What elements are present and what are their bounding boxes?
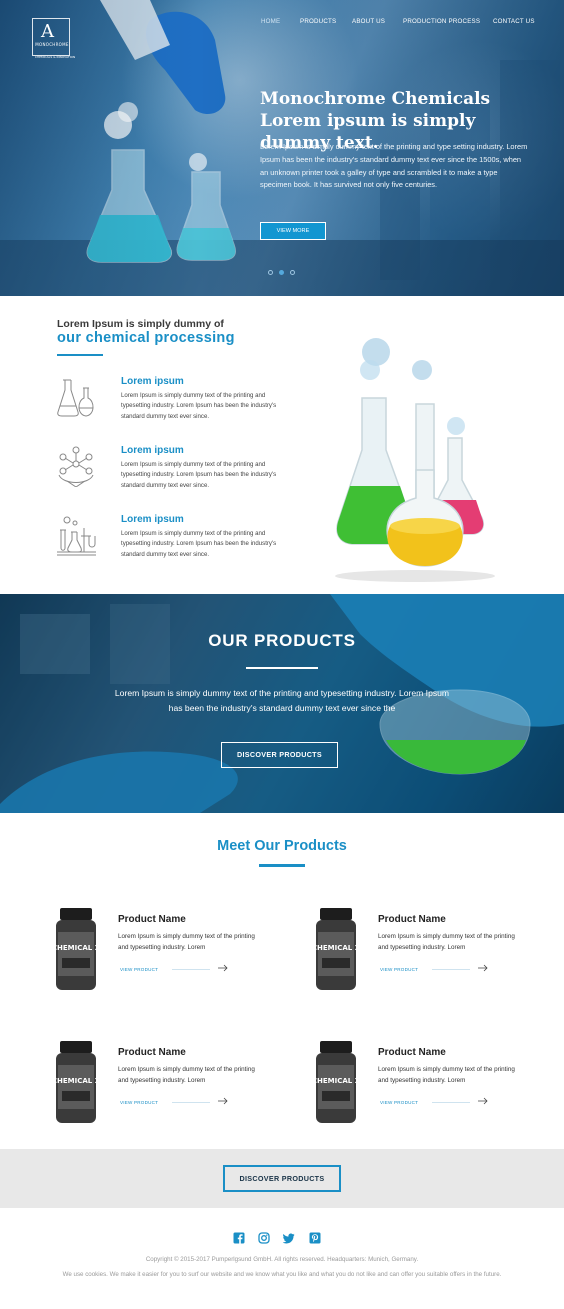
feature-text: Lorem Ipsum is simply dummy text of the … <box>121 392 277 420</box>
feature-text: Lorem Ipsum is simply dummy text of the … <box>121 461 277 489</box>
hero-banner: A MONOCHROME CHEMICALS & INNOVATION HOME… <box>0 0 564 296</box>
cookie-notice: We use cookies. We make it easier for yo… <box>62 1271 502 1278</box>
pinterest-icon[interactable] <box>309 1232 321 1244</box>
logo-mark: A <box>41 21 54 42</box>
product-card[interactable]: CHEMICAL X Product Name Lorem Ipsum is s… <box>314 1039 524 1129</box>
nav-item-production-process[interactable]: PRODUCTION PROCESS <box>403 18 480 25</box>
brand-logo[interactable]: A MONOCHROME CHEMICALS & INNOVATION <box>32 18 75 59</box>
view-product-link[interactable]: VIEW PRODUCT <box>120 967 158 972</box>
product-jar-image: CHEMICAL X <box>54 1041 98 1123</box>
jar-label: CHEMICAL X <box>54 944 98 952</box>
nav-item-products[interactable]: PRODUCTS <box>300 18 336 25</box>
view-more-button[interactable]: VIEW MORE <box>260 222 326 240</box>
product-card[interactable]: CHEMICAL X Product Name Lorem Ipsum is s… <box>54 1039 264 1129</box>
link-divider <box>172 1102 210 1103</box>
flasks-icon <box>57 379 94 417</box>
feature-title: Lorem ipsum <box>121 514 184 525</box>
our-products-text: Lorem Ipsum is simply dummy text of the … <box>114 688 450 713</box>
processing-title: our chemical processing <box>57 330 235 346</box>
twitter-icon[interactable] <box>283 1232 295 1244</box>
product-text: Lorem Ipsum is simply dummy text of the … <box>118 933 255 951</box>
view-product-link[interactable]: VIEW PRODUCT <box>120 1100 158 1105</box>
arrow-right-icon[interactable] <box>218 964 228 972</box>
jar-label: CHEMICAL X <box>314 1077 358 1085</box>
logo-name: MONOCHROME <box>35 42 69 47</box>
feature-item: Lorem ipsum Lorem Ipsum is simply dummy … <box>55 376 305 426</box>
colored-flasks-image <box>335 338 495 582</box>
feature-item: Lorem ipsum Lorem Ipsum is simply dummy … <box>55 445 305 495</box>
copyright-text: Copyright © 2015-2017 Pumperlgsund GmbH.… <box>145 1256 419 1263</box>
feature-item: Lorem ipsum Lorem Ipsum is simply dummy … <box>55 514 305 564</box>
arrow-right-icon[interactable] <box>218 1097 228 1105</box>
feature-title: Lorem ipsum <box>121 445 184 456</box>
title-underline <box>246 667 318 669</box>
product-card[interactable]: CHEMICAL X Product Name Lorem Ipsum is s… <box>54 906 264 996</box>
link-divider <box>432 969 470 970</box>
jar-label: CHEMICAL X <box>54 1077 98 1085</box>
logo-tagline: CHEMICALS & INNOVATION <box>34 55 76 59</box>
hero-text: Lorem Ipsum is simply dummy text of the … <box>260 142 528 190</box>
link-divider <box>432 1102 470 1103</box>
slider-dots <box>268 270 298 276</box>
product-name: Product Name <box>378 1047 446 1058</box>
nav-item-about-us[interactable]: ABOUT US <box>352 18 385 25</box>
slider-dot[interactable] <box>290 270 295 275</box>
main-nav: HOME PRODUCTS ABOUT US PRODUCTION PROCES… <box>252 18 542 28</box>
slider-dot-active[interactable] <box>279 270 284 275</box>
arrow-right-icon[interactable] <box>478 964 488 972</box>
view-product-link[interactable]: VIEW PRODUCT <box>380 1100 418 1105</box>
lab-equipment-icon <box>57 516 96 556</box>
nav-item-home[interactable]: HOME <box>261 18 280 25</box>
discover-products-button[interactable]: DISCOVER PRODUCTS <box>221 742 338 768</box>
facebook-icon[interactable] <box>233 1232 245 1244</box>
product-text: Lorem Ipsum is simply dummy text of the … <box>118 1066 255 1084</box>
title-underline <box>57 354 103 356</box>
molecule-icon <box>58 446 94 487</box>
slider-dot[interactable] <box>268 270 273 275</box>
title-underline <box>259 864 305 867</box>
nav-item-contact-us[interactable]: CONTACT US <box>493 18 535 25</box>
jar-label: CHEMICAL X <box>314 944 358 952</box>
view-product-link[interactable]: VIEW PRODUCT <box>380 967 418 972</box>
product-jar-image: CHEMICAL X <box>54 908 98 990</box>
product-name: Product Name <box>378 914 446 925</box>
product-jar-image: CHEMICAL X <box>314 908 358 990</box>
processing-pretitle: Lorem Ipsum is simply dummy of <box>57 318 224 330</box>
our-products-banner: OUR PRODUCTS Lorem Ipsum is simply dummy… <box>0 594 564 813</box>
feature-text: Lorem Ipsum is simply dummy text of the … <box>121 530 277 558</box>
product-jar-image: CHEMICAL X <box>314 1041 358 1123</box>
instagram-icon[interactable] <box>258 1232 270 1244</box>
our-products-title: OUR PRODUCTS <box>208 631 356 650</box>
arrow-right-icon[interactable] <box>478 1097 488 1105</box>
link-divider <box>172 969 210 970</box>
product-name: Product Name <box>118 914 186 925</box>
discover-products-button[interactable]: DISCOVER PRODUCTS <box>223 1165 341 1192</box>
feature-title: Lorem ipsum <box>121 376 184 387</box>
meet-products-title: Meet Our Products <box>217 838 347 854</box>
product-name: Product Name <box>118 1047 186 1058</box>
product-text: Lorem Ipsum is simply dummy text of the … <box>378 1066 515 1084</box>
product-card[interactable]: CHEMICAL X Product Name Lorem Ipsum is s… <box>314 906 524 996</box>
product-text: Lorem Ipsum is simply dummy text of the … <box>378 933 515 951</box>
